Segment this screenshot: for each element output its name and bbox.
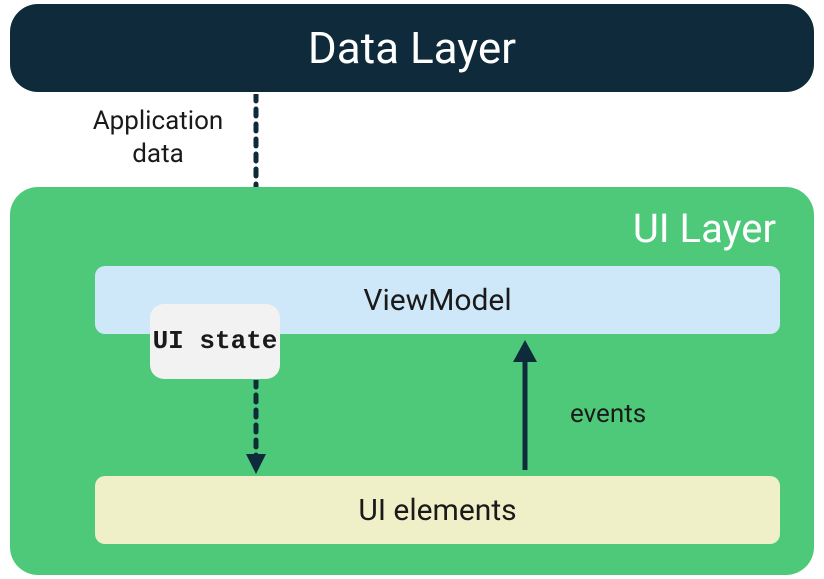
data-layer-title: Data Layer [308, 22, 516, 74]
viewmodel-label: ViewModel [363, 283, 511, 318]
ui-state-badge: UI state [150, 304, 280, 379]
ui-elements-box: UI elements [95, 476, 780, 544]
ui-layer-box: UI Layer ViewModel UI state UI elements … [10, 187, 814, 575]
ui-layer-title: UI Layer [633, 205, 776, 252]
ui-elements-label: UI elements [358, 493, 516, 528]
events-label: events [570, 399, 646, 429]
application-data-label: Application data [78, 105, 238, 170]
data-layer-box: Data Layer [10, 4, 814, 92]
